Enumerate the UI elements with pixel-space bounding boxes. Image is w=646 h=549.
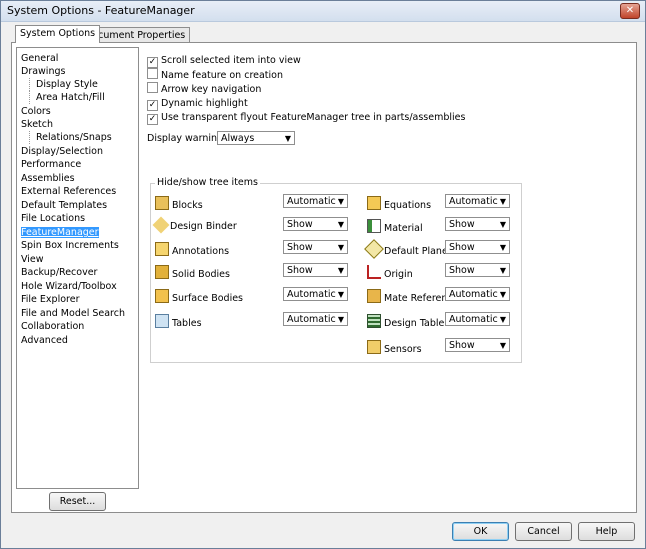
tree-item-row: Tables (155, 314, 202, 329)
dropdown-arrow-icon: ▼ (337, 243, 344, 252)
tree-item-sketch[interactable]: Sketch (21, 118, 53, 131)
dropdown-arrow-icon: ▼ (337, 290, 344, 299)
annotations-select[interactable]: Show ▼ (283, 240, 348, 254)
sensors-select[interactable]: Show ▼ (445, 338, 510, 352)
tree-item-collaboration[interactable]: Collaboration (21, 320, 84, 333)
dropdown-arrow-icon: ▼ (499, 341, 506, 350)
tree-item-row: Design Table (367, 314, 444, 329)
design-binder-icon (152, 216, 170, 234)
dropdown-arrow-icon: ▼ (337, 315, 344, 324)
tree-item-default-templates[interactable]: Default Templates (21, 199, 107, 212)
equations-select[interactable]: Automatic ▼ (445, 194, 510, 208)
close-icon[interactable]: ✕ (620, 3, 640, 19)
tree-item-colors[interactable]: Colors (21, 105, 51, 118)
dropdown-arrow-icon: ▼ (337, 197, 344, 206)
checkbox-scroll-selected-item[interactable]: ✓ Scroll selected item into view (147, 54, 301, 68)
options-tree: General Drawings Display Style Area Hatc… (16, 47, 139, 489)
tree-item-external-references[interactable]: External References (21, 185, 116, 198)
tree-item-display-selection[interactable]: Display/Selection (21, 145, 103, 158)
help-button[interactable]: Help (578, 522, 635, 541)
checkbox-transparent-flyout[interactable]: ✓ Use transparent flyout FeatureManager t… (147, 111, 465, 125)
equations-icon (367, 196, 381, 210)
surface-bodies-select[interactable]: Automatic ▼ (283, 287, 348, 301)
tree-item-row: Surface Bodies (155, 289, 243, 304)
display-warnings-select[interactable]: Always ▼ (217, 131, 295, 145)
checkbox-checked-icon: ✓ (147, 57, 158, 68)
tree-item-row: Material (367, 219, 423, 234)
design-table-select[interactable]: Automatic ▼ (445, 312, 510, 326)
dropdown-arrow-icon: ▼ (499, 220, 506, 229)
options-panel: General Drawings Display Style Area Hatc… (11, 42, 637, 513)
tables-icon (155, 314, 169, 328)
dropdown-arrow-icon: ▼ (499, 266, 506, 275)
annotations-icon (155, 242, 169, 256)
blocks-select[interactable]: Automatic ▼ (283, 194, 348, 208)
mate-references-icon (367, 289, 381, 303)
material-select[interactable]: Show ▼ (445, 217, 510, 231)
dropdown-arrow-icon: ▼ (499, 243, 506, 252)
dropdown-arrow-icon: ▼ (337, 220, 344, 229)
tree-item-row: Default Planes (364, 239, 453, 259)
window-title: System Options - FeatureManager (7, 4, 195, 17)
tree-item-row: Design Binder (152, 216, 237, 234)
solid-bodies-icon (155, 265, 169, 279)
tree-item-file-explorer[interactable]: File Explorer (21, 293, 79, 306)
dropdown-arrow-icon: ▼ (499, 197, 506, 206)
checkbox-checked-icon: ✓ (147, 100, 158, 111)
material-icon (367, 219, 381, 233)
system-options-dialog: System Options - FeatureManager ✕ System… (0, 0, 646, 549)
solid-bodies-select[interactable]: Show ▼ (283, 263, 348, 277)
origin-select[interactable]: Show ▼ (445, 263, 510, 277)
ok-button[interactable]: OK (452, 522, 509, 541)
dropdown-arrow-icon: ▼ (337, 266, 344, 275)
tree-item-view[interactable]: View (21, 253, 44, 266)
checkbox-unchecked-icon (147, 82, 158, 93)
blocks-icon (155, 196, 169, 210)
hide-show-title: Hide/show tree items (155, 177, 260, 188)
tab-system-options[interactable]: System Options (15, 25, 101, 43)
sensors-icon (367, 340, 381, 354)
checkbox-unchecked-icon (147, 68, 158, 79)
tree-item-advanced[interactable]: Advanced (21, 334, 68, 347)
tree-item-row: Blocks (155, 196, 203, 211)
tree-item-file-locations[interactable]: File Locations (21, 212, 85, 225)
cancel-button[interactable]: Cancel (515, 522, 572, 541)
tree-item-drawings[interactable]: Drawings (21, 65, 65, 78)
tree-item-row: Solid Bodies (155, 265, 230, 280)
reset-button[interactable]: Reset... (49, 492, 106, 511)
tree-item-area-hatch-fill[interactable]: Area Hatch/Fill (29, 91, 105, 104)
origin-icon (367, 265, 381, 279)
mate-references-select[interactable]: Automatic ▼ (445, 287, 510, 301)
tree-item-row: Equations (367, 196, 431, 211)
tree-item-file-and-model-search[interactable]: File and Model Search (21, 307, 125, 320)
tables-select[interactable]: Automatic ▼ (283, 312, 348, 326)
design-table-icon (367, 314, 381, 328)
dropdown-arrow-icon: ▼ (284, 134, 291, 143)
checkbox-name-feature-on-creation[interactable]: Name feature on creation (147, 68, 283, 81)
tree-item-spin-box-increments[interactable]: Spin Box Increments (21, 239, 119, 252)
tree-item-hole-wizard-toolbox[interactable]: Hole Wizard/Toolbox (21, 280, 117, 293)
tree-item-featuremanager[interactable]: FeatureManager (21, 226, 99, 239)
checkbox-arrow-key-navigation[interactable]: Arrow key navigation (147, 82, 261, 95)
design-binder-select[interactable]: Show ▼ (283, 217, 348, 231)
tree-item-row: Origin (367, 265, 413, 280)
tree-item-performance[interactable]: Performance (21, 158, 81, 171)
tree-item-general[interactable]: General (21, 52, 58, 65)
tree-item-relations-snaps[interactable]: Relations/Snaps (29, 131, 112, 144)
default-planes-icon (364, 239, 384, 259)
dropdown-arrow-icon: ▼ (499, 315, 506, 324)
default-planes-select[interactable]: Show ▼ (445, 240, 510, 254)
tree-item-assemblies[interactable]: Assemblies (21, 172, 75, 185)
tree-item-row: Sensors (367, 340, 422, 355)
tree-item-backup-recover[interactable]: Backup/Recover (21, 266, 97, 279)
dropdown-arrow-icon: ▼ (499, 290, 506, 299)
checkbox-checked-icon: ✓ (147, 114, 158, 125)
tree-item-display-style[interactable]: Display Style (29, 78, 98, 91)
tree-item-row: Annotations (155, 242, 229, 257)
title-bar: System Options - FeatureManager ✕ (1, 1, 645, 22)
surface-bodies-icon (155, 289, 169, 303)
checkbox-dynamic-highlight[interactable]: ✓ Dynamic highlight (147, 97, 248, 111)
